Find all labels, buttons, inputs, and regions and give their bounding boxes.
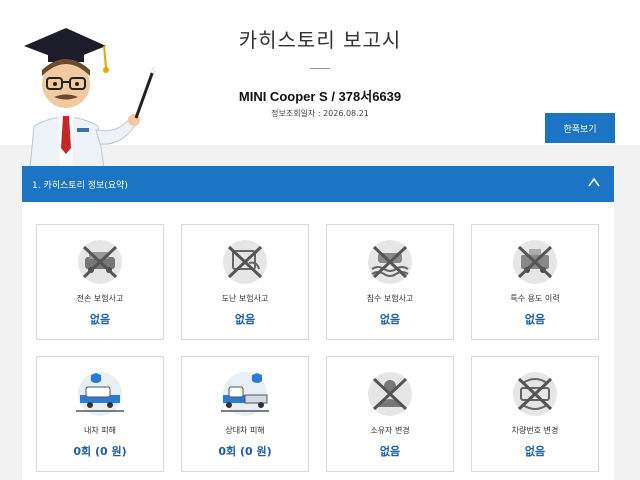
summary-panel: 1. 카히스토리 정보(요약) 전손 보험사고 없음 도난 보험사고 없음 침수… [22, 166, 614, 480]
vehicle-info: MINI Cooper S / 378서6639 [238, 89, 402, 104]
card-own-damage: 내차 피해 0회 (0 원) [36, 356, 164, 472]
query-date: 정보조회일자 : 2026.08.21 [271, 109, 369, 118]
card-value: 0회 (0 원) [73, 445, 127, 458]
card-label: 침수 보험사고 [366, 294, 414, 303]
card-label: 차량번호 변경 [511, 426, 559, 435]
card-label: 소유자 변경 [370, 426, 410, 435]
card-theft: 도난 보험사고 없음 [181, 224, 309, 340]
card-flood: 침수 보험사고 없음 [326, 224, 454, 340]
card-label: 내차 피해 [84, 426, 116, 435]
card-value: 없음 [89, 313, 111, 326]
page-title: 카히스토리 보고시 [238, 28, 402, 52]
card-value: 없음 [379, 445, 401, 458]
card-plate-change: 차량번호 변경 없음 [471, 356, 599, 472]
card-value: 없음 [234, 313, 256, 326]
plate-change-icon [513, 372, 557, 416]
summary-panel-header[interactable]: 1. 카히스토리 정보(요약) [22, 166, 614, 202]
owner-change-icon [368, 372, 412, 416]
card-label: 전손 보험사고 [76, 294, 124, 303]
own-damage-icon [76, 372, 124, 416]
flood-icon [368, 240, 412, 284]
theft-icon [223, 240, 267, 284]
card-other-damage: 상대차 피해 0회 (0 원) [181, 356, 309, 472]
card-label: 도난 보험사고 [221, 294, 269, 303]
card-label: 상대차 피해 [225, 426, 265, 435]
chevron-up-icon[interactable] [586, 175, 602, 191]
card-value: 없음 [524, 313, 546, 326]
card-label: 특수 용도 이력 [510, 294, 560, 303]
card-total-loss: 전손 보험사고 없음 [36, 224, 164, 340]
special-use-icon [513, 240, 557, 284]
brief-view-button[interactable]: 한폭보기 [545, 113, 615, 143]
total-loss-icon [78, 240, 122, 284]
title-divider [310, 68, 330, 69]
other-damage-icon [221, 372, 269, 416]
card-value: 0회 (0 원) [218, 445, 272, 458]
card-special-use: 특수 용도 이력 없음 [471, 224, 599, 340]
card-value: 없음 [379, 313, 401, 326]
summary-panel-title: 1. 카히스토리 정보(요약) [32, 181, 128, 191]
card-value: 없음 [524, 445, 546, 458]
professor-mascot-icon [24, 28, 157, 168]
card-owner-change: 소유자 변경 없음 [326, 356, 454, 472]
